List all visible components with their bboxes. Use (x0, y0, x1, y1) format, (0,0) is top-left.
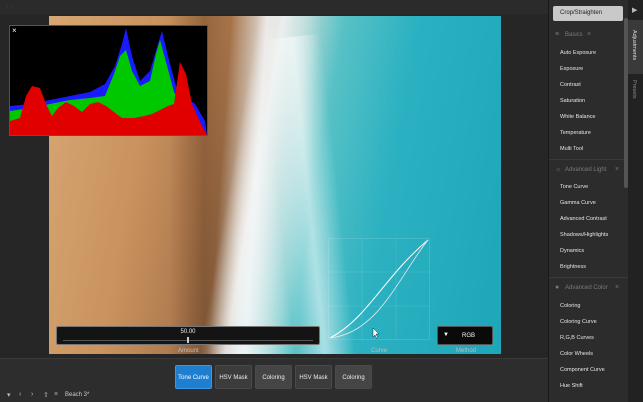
crop-straighten-button[interactable]: Crop/Straighten (553, 6, 623, 21)
divider (549, 277, 629, 278)
item-hue-shift[interactable]: Hue Shift (560, 383, 583, 389)
tool-hsv-mask[interactable]: HSV Mask (215, 365, 252, 389)
sun-icon: ☼ (555, 166, 562, 173)
tab-presets[interactable]: Presets (628, 76, 643, 110)
item-brightness[interactable]: Brightness (560, 264, 586, 270)
vertical-tabs: ▶ Adjustments Presets (628, 0, 643, 402)
section-advanced-color-title: Advanced Color (565, 285, 608, 291)
amount-slider[interactable]: 50.00 (56, 326, 320, 345)
tone-curve-line-secondary (329, 239, 429, 339)
tool-coloring-2[interactable]: Coloring (335, 365, 372, 389)
section-basics-title: Basics (565, 32, 583, 38)
method-label: Method (456, 348, 477, 354)
item-multi-tool[interactable]: Multi Tool (560, 146, 583, 152)
next-icon[interactable]: › (31, 391, 33, 398)
editor-window: · · × 50.00 Amount Curve ▼ RGB Method To… (0, 0, 643, 402)
method-value: RGB (462, 333, 476, 339)
tool-hsv-mask-2[interactable]: HSV Mask (295, 365, 332, 389)
divider (549, 159, 629, 160)
item-advanced-contrast[interactable]: Advanced Contrast (560, 216, 607, 222)
section-advanced-light-title: Advanced Light (565, 167, 607, 173)
item-saturation[interactable]: Saturation (560, 98, 585, 104)
item-exposure[interactable]: Exposure (560, 66, 583, 72)
close-section-icon[interactable]: × (615, 284, 619, 291)
tab-adjustments-label: Adjustments (631, 30, 637, 61)
item-gamma-curve[interactable]: Gamma Curve (560, 200, 596, 206)
section-basics[interactable]: ≡ Basics × (549, 29, 629, 41)
item-tone-curve[interactable]: Tone Curve (560, 184, 588, 190)
histogram-overlay: × (9, 25, 208, 136)
top-bar: · · (0, 0, 548, 14)
close-icon[interactable]: × (54, 391, 58, 398)
close-section-icon[interactable]: × (615, 166, 619, 173)
histogram-graph (10, 28, 207, 135)
tone-curve-line (329, 239, 429, 339)
play-icon[interactable]: ▶ (632, 6, 637, 14)
sliders-icon: ≡ (555, 31, 560, 38)
tab-presets-label: Presets (631, 80, 637, 99)
status-bar: ▾ ‹ › ⇧ × Beach 3* (0, 391, 548, 402)
curve-label: Curve (371, 348, 388, 354)
amount-value: 50.00 (180, 329, 196, 335)
item-shadows-highlights[interactable]: Shadows/Highlights (560, 232, 608, 238)
palette-icon: ● (555, 284, 560, 291)
chevron-down-icon[interactable]: ▾ (7, 391, 11, 399)
item-component-curve[interactable]: Component Curve (560, 367, 605, 373)
close-histogram-icon[interactable]: × (12, 26, 17, 35)
window-dots: · · (6, 3, 13, 10)
curve-graph (328, 238, 430, 340)
section-advanced-light[interactable]: ☼ Advanced Light × (549, 164, 629, 176)
close-section-icon[interactable]: × (587, 31, 591, 38)
adjustments-panel: Crop/Straighten ≡ Basics × Auto Exposure… (548, 0, 629, 402)
prev-icon[interactable]: ‹ (19, 391, 21, 398)
item-contrast[interactable]: Contrast (560, 82, 581, 88)
item-dynamics[interactable]: Dynamics (560, 248, 584, 254)
chevron-down-icon: ▼ (443, 332, 449, 338)
item-rgb-curves[interactable]: R,G,B Curves (560, 335, 594, 341)
method-dropdown[interactable]: ▼ RGB (437, 326, 493, 345)
tool-coloring[interactable]: Coloring (255, 365, 292, 389)
item-auto-exposure[interactable]: Auto Exposure (560, 50, 596, 56)
item-white-balance[interactable]: White Balance (560, 114, 595, 120)
amount-thumb[interactable] (187, 337, 189, 343)
tab-adjustments[interactable]: Adjustments (628, 20, 643, 74)
item-coloring[interactable]: Coloring (560, 303, 580, 309)
section-advanced-color[interactable]: ● Advanced Color × (549, 282, 629, 294)
item-coloring-curve[interactable]: Coloring Curve (560, 319, 597, 325)
item-color-wheels[interactable]: Color Wheels (560, 351, 593, 357)
tool-tone-curve[interactable]: Tone Curve (175, 365, 212, 389)
curve-editor[interactable] (328, 238, 430, 340)
tool-strip: Tone Curve HSV Mask Coloring HSV Mask Co… (0, 358, 548, 402)
item-temperature[interactable]: Temperature (560, 130, 591, 136)
file-name: Beach 3* (65, 392, 90, 398)
upload-icon[interactable]: ⇧ (43, 391, 49, 399)
amount-label: Amount (178, 348, 199, 354)
cursor-icon (372, 327, 380, 340)
